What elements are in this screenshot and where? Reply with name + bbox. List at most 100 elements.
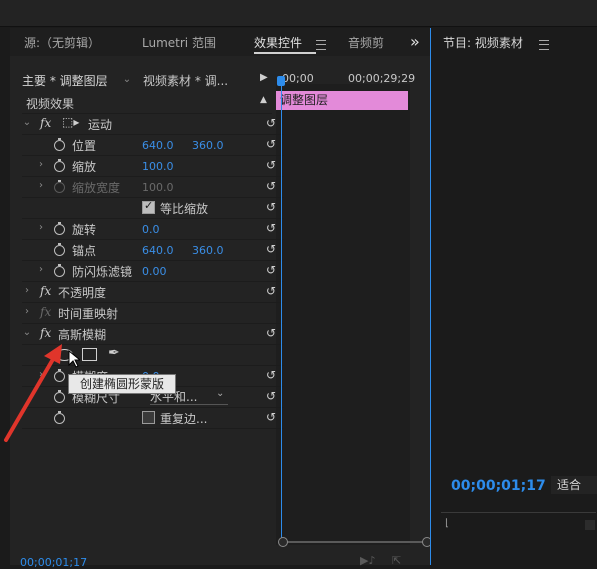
repeat-edge-checkbox[interactable] <box>142 411 155 424</box>
reset-icon[interactable]: ↺ <box>264 201 278 213</box>
anti-flicker-value[interactable]: 0.00 <box>142 265 167 278</box>
program-monitor-panel: 节目: 视频素材 00;00;01;17 适合 ⌊ <box>430 28 597 565</box>
scroll-handle-left[interactable] <box>278 537 288 547</box>
reset-icon[interactable]: ↺ <box>264 369 278 381</box>
zoom-fit-dropdown[interactable]: 适合 <box>551 476 597 494</box>
play-only-icon[interactable]: ▶ <box>260 72 268 83</box>
reset-icon[interactable]: ↺ <box>264 411 278 423</box>
video-effects-label: 视频效果 <box>26 97 75 111</box>
collapse-icon[interactable]: ▲ <box>260 95 267 105</box>
anti-flicker-row: › 防闪烁滤镜 0.00 ↺ <box>22 260 284 282</box>
reset-icon[interactable]: ↺ <box>264 138 278 150</box>
reset-icon[interactable]: ↺ <box>264 327 278 339</box>
reset-icon[interactable]: ↺ <box>264 222 278 234</box>
rotation-label: 旋转 <box>72 223 97 237</box>
panel-tabs: 源:（无剪辑） Lumetri 范围 效果控件 音频剪 » <box>10 28 430 56</box>
position-row: 位置 640.0 360.0 ↺ <box>22 134 284 156</box>
timeline-scrollbar[interactable] <box>282 541 426 543</box>
reset-icon[interactable]: ↺ <box>264 117 278 129</box>
stopwatch-icon[interactable] <box>54 159 65 172</box>
reset-icon[interactable]: ↺ <box>264 264 278 276</box>
chevron-down-icon[interactable]: ⌄ <box>122 74 132 85</box>
fx-icon: fx <box>40 305 52 319</box>
program-monitor-title[interactable]: 节目: 视频素材 <box>443 34 523 51</box>
sequence-clip-label[interactable]: 视频素材 * 调... <box>143 72 228 89</box>
position-label: 位置 <box>72 139 97 153</box>
tab-effect-controls[interactable]: 效果控件 <box>254 34 302 50</box>
reset-icon[interactable]: ↺ <box>264 159 278 171</box>
anchor-label: 锚点 <box>72 244 97 258</box>
reset-icon[interactable]: ↺ <box>264 285 278 297</box>
scale-value[interactable]: 100.0 <box>142 160 174 173</box>
uniform-scale-label: 等比缩放 <box>160 202 209 216</box>
time-remap-row[interactable]: › fx 时间重映射 <box>22 302 284 324</box>
uniform-scale-checkbox[interactable] <box>142 199 155 214</box>
top-bar <box>0 0 597 27</box>
scale-width-label: 缩放宽度 <box>72 181 121 195</box>
rotation-row: › 旋转 0.0 ↺ <box>22 218 284 240</box>
tab-source[interactable]: 源:（无剪辑） <box>24 34 100 50</box>
anti-flicker-label: 防闪烁滤镜 <box>72 265 133 279</box>
monitor-timeline-ruler[interactable] <box>441 512 596 513</box>
mini-timeline[interactable] <box>276 84 410 545</box>
reset-icon[interactable]: ↺ <box>264 180 278 192</box>
stopwatch-icon[interactable] <box>54 222 65 235</box>
expand-chevron-icon[interactable]: ⌄ <box>22 117 32 128</box>
more-tabs-icon[interactable]: » <box>410 32 420 51</box>
timeline-clip-label: 调整图层 <box>280 93 329 107</box>
expand-chevron-icon[interactable]: › <box>36 222 46 233</box>
stopwatch-icon[interactable] <box>54 138 65 151</box>
reset-icon[interactable]: ↺ <box>264 390 278 402</box>
pen-mask-icon[interactable]: ✒ <box>108 345 120 361</box>
repeat-edge-label: 重复边... <box>160 412 208 426</box>
anchor-y-value[interactable]: 360.0 <box>192 244 224 257</box>
expand-chevron-icon: › <box>39 180 43 191</box>
stopwatch-icon[interactable] <box>54 264 65 277</box>
fx-icon[interactable]: fx <box>40 116 51 130</box>
transform-icon[interactable]: ⬚▸ <box>62 115 79 129</box>
panel-menu-icon[interactable] <box>539 40 549 50</box>
uniform-scale-row: 等比缩放 ↺ <box>22 197 284 219</box>
panel-menu-icon[interactable] <box>316 40 326 50</box>
opacity-label: 不透明度 <box>58 286 107 300</box>
rotation-value[interactable]: 0.0 <box>142 223 160 236</box>
motion-row[interactable]: ⌄ fx ⬚▸ 运动 ↺ <box>22 113 284 135</box>
program-timecode[interactable]: 00;00;01;17 <box>451 478 546 494</box>
video-effects-header: 视频效果 ▲ <box>22 92 272 114</box>
expand-chevron-icon[interactable]: › <box>22 285 32 296</box>
master-clip-label[interactable]: 主要 * 调整图层 <box>22 72 108 89</box>
opacity-row[interactable]: › fx 不透明度 ↺ <box>22 281 284 303</box>
scale-row: › 缩放 100.0 ↺ <box>22 155 284 177</box>
expand-chevron-icon[interactable]: › <box>36 159 46 170</box>
position-y-value[interactable]: 360.0 <box>192 139 224 152</box>
tab-audio[interactable]: 音频剪 <box>348 34 384 50</box>
tab-lumetri[interactable]: Lumetri 范围 <box>142 34 216 50</box>
playhead-line[interactable] <box>281 78 282 544</box>
chevron-down-icon: ⌄ <box>216 388 225 399</box>
scale-label: 缩放 <box>72 160 97 174</box>
play-audio-icon[interactable]: ▶♪ <box>360 554 375 567</box>
anchor-row: 锚点 640.0 360.0 ↺ <box>22 239 284 261</box>
scale-width-value: 100.0 <box>142 181 174 194</box>
position-x-value[interactable]: 640.0 <box>142 139 174 152</box>
current-timecode[interactable]: 00;00;01;17 <box>20 556 87 569</box>
stopwatch-icon[interactable] <box>54 243 65 256</box>
expand-chevron-icon[interactable]: › <box>36 264 46 275</box>
fx-icon[interactable]: fx <box>40 284 51 298</box>
export-icon[interactable]: ⇱ <box>392 554 401 567</box>
motion-label: 运动 <box>88 118 113 132</box>
fit-label: 适合 <box>557 478 582 492</box>
effect-controls-panel: 源:（无剪辑） Lumetri 范围 效果控件 音频剪 » 主要 * 调整图层 … <box>10 28 432 569</box>
active-tab-indicator <box>254 52 316 54</box>
mouse-cursor-icon <box>68 350 80 368</box>
stopwatch-icon <box>54 180 65 193</box>
reset-icon[interactable]: ↺ <box>264 243 278 255</box>
monitor-scroll-handle[interactable] <box>585 520 595 530</box>
expand-chevron-icon[interactable]: › <box>22 306 32 317</box>
fx-icon[interactable]: fx <box>40 326 51 340</box>
expand-chevron-icon[interactable]: ⌄ <box>22 327 32 338</box>
scale-width-row: › 缩放宽度 100.0 ↺ <box>22 176 284 198</box>
in-point-marker-icon: ⌊ <box>445 518 449 529</box>
anchor-x-value[interactable]: 640.0 <box>142 244 174 257</box>
timeline-clip[interactable]: 调整图层 <box>276 91 408 110</box>
